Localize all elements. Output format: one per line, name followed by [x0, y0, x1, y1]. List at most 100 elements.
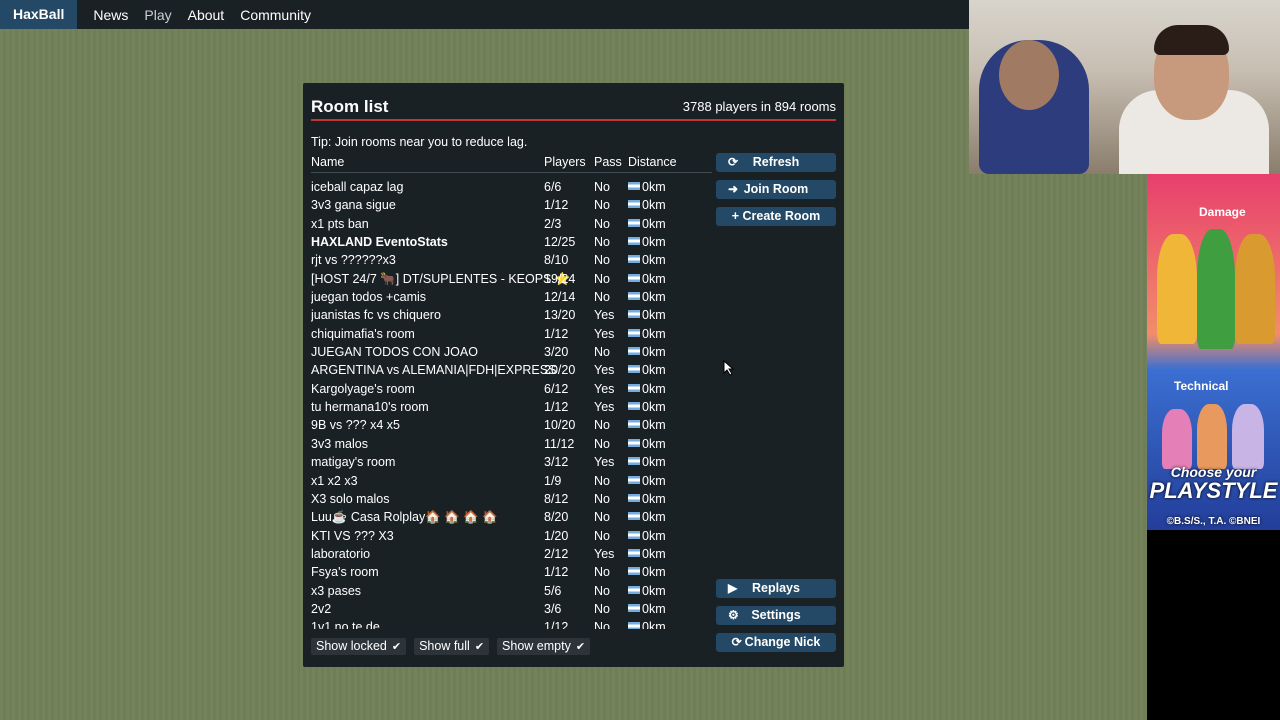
room-distance: 0km [628, 620, 666, 629]
distance-value: 0km [642, 308, 666, 323]
room-row[interactable]: x1 pts ban 2/3 No 0km [311, 215, 712, 233]
room-distance: 0km [628, 529, 666, 543]
room-row[interactable]: juegan todos +camis 12/14 No 0km [311, 288, 712, 306]
show-empty-toggle[interactable]: Show empty ✔ [497, 638, 591, 655]
column-pass[interactable]: Pass [594, 155, 622, 169]
column-players[interactable]: Players [544, 155, 586, 169]
room-row[interactable]: Fsya's room 1/12 No 0km [311, 563, 712, 581]
room-pass: Yes [594, 400, 615, 415]
room-row[interactable]: rjt vs ??????x3 8/10 No 0km [311, 251, 712, 269]
room-row[interactable]: Luu☕ Casa Rolplay🏠 🏠 🏠 🏠 8/20 No 0km [311, 508, 712, 526]
room-row[interactable]: x3 pases 5/6 No 0km [311, 582, 712, 600]
distance-value: 0km [642, 400, 666, 415]
nav-play[interactable]: Play [136, 7, 179, 23]
room-pass: No [594, 620, 610, 629]
argentina-flag-icon [628, 603, 640, 612]
show-locked-toggle[interactable]: Show locked ✔ [311, 638, 407, 655]
argentina-flag-icon [628, 383, 640, 392]
room-distance: 0km [628, 253, 666, 267]
room-row[interactable]: Kargolyage's room 6/12 Yes 0km [311, 380, 712, 398]
room-list-dialog: Room list 3788 players in 894 rooms Tip:… [303, 83, 844, 667]
ad-label-technical: Technical [1174, 379, 1229, 393]
room-row[interactable]: ARGENTINA vs ALEMANIA|FDH|EXPRESS 20/20 Ye… [311, 361, 712, 379]
nav-community[interactable]: Community [232, 7, 319, 23]
room-players: 3/12 [544, 455, 569, 470]
nav-about[interactable]: About [180, 7, 233, 23]
room-players: 1/12 [544, 400, 569, 415]
room-row[interactable]: KTI VS ??? X3 1/20 No 0km [311, 527, 712, 545]
room-name: juanistas fc vs chiquero [311, 308, 441, 323]
room-pass: Yes [594, 363, 615, 378]
room-row[interactable]: iceball capaz lag 6/6 No 0km [311, 178, 712, 196]
room-name: 2v2 [311, 601, 332, 616]
room-row[interactable]: X3 solo malos 8/12 No 0km [311, 490, 712, 508]
argentina-flag-icon [628, 200, 640, 209]
argentina-flag-icon [628, 182, 640, 190]
distance-value: 0km [642, 491, 666, 506]
room-pass: No [594, 253, 610, 268]
room-rows: iceball capaz lag 6/6 No 0km 3v3 gana sigue 1… [311, 178, 712, 629]
room-row[interactable]: JUEGAN TODOS CON JOAO 3/20 No 0km [311, 343, 712, 361]
webcam-overlay [969, 0, 1280, 174]
distance-value: 0km [642, 436, 666, 451]
room-distance: 0km [628, 418, 666, 432]
room-name: laboratorio [311, 546, 371, 561]
column-distance[interactable]: Distance [628, 155, 677, 169]
room-pass: No [594, 528, 610, 543]
room-pass: No [594, 235, 610, 250]
check-icon: ✔ [575, 641, 586, 653]
ad-copyright: ©B.S/S., T.A. ©BNEI [1166, 516, 1261, 527]
room-name: juegan todos +camis [311, 290, 427, 305]
create-room-button[interactable]: + Create Room [716, 207, 836, 226]
distance-value: 0km [642, 546, 666, 561]
room-row[interactable]: matigay's room 3/12 Yes 0km [311, 453, 712, 471]
room-distance: 0km [628, 382, 666, 396]
room-row[interactable]: [HOST 24/7 🐂] DT/SUPLENTES - KEOPS ⭐ 19/2… [311, 270, 712, 288]
room-row[interactable]: 2v2 3/6 No 0km [311, 600, 712, 618]
column-name[interactable]: Name [311, 155, 344, 169]
room-row[interactable]: HAXLAND EventoStats 12/25 No 0km [311, 233, 712, 251]
room-row[interactable]: laboratorio 2/12 Yes 0km [311, 545, 712, 563]
top-navbar: HaxBall News Play About Community [0, 0, 969, 29]
refresh-button[interactable]: ⟳ Refresh [716, 153, 836, 172]
room-name: KTI VS ??? X3 [311, 528, 394, 543]
argentina-flag-icon [628, 585, 640, 594]
change-nick-button[interactable]: ⟳ Change Nick [716, 633, 836, 652]
argentina-flag-icon [628, 255, 640, 264]
room-row[interactable]: tu hermana10's room 1/12 Yes 0km [311, 398, 712, 416]
room-list-header: Name Players Pass Distance [311, 154, 712, 173]
room-pass: Yes [594, 381, 615, 396]
room-row[interactable]: juanistas fc vs chiquero 13/20 Yes 0km [311, 306, 712, 324]
room-pass: Yes [594, 308, 615, 323]
distance-value: 0km [642, 601, 666, 616]
settings-button[interactable]: ⚙ Settings [716, 606, 836, 625]
room-name: iceball capaz lag [311, 180, 404, 194]
show-full-toggle[interactable]: Show full ✔ [414, 638, 490, 655]
room-distance: 0km [628, 327, 666, 341]
room-pass: No [594, 491, 610, 506]
distance-value: 0km [642, 253, 666, 268]
room-players: 3/20 [544, 345, 569, 360]
room-pass: No [594, 345, 610, 360]
nav-news[interactable]: News [85, 7, 136, 23]
room-name: x3 pases [311, 583, 362, 598]
distance-value: 0km [642, 271, 666, 286]
room-distance: 0km [628, 308, 666, 322]
distance-value: 0km [642, 565, 666, 580]
room-row[interactable]: 3v3 gana sigue 1/12 No 0km [311, 196, 712, 214]
room-row[interactable]: 3v3 malos 11/12 No 0km [311, 435, 712, 453]
distance-value: 0km [642, 583, 666, 598]
room-row[interactable]: x1 x2 x3 1/9 No 0km [311, 472, 712, 490]
room-pass: No [594, 418, 610, 433]
room-row[interactable]: chiquimafia's room 1/12 Yes 0km [311, 325, 712, 343]
room-pass: No [594, 473, 610, 488]
brand-logo[interactable]: HaxBall [0, 0, 78, 29]
replays-button[interactable]: ▶ Replays [716, 579, 836, 598]
join-room-button[interactable]: ➜ Join Room [716, 180, 836, 199]
argentina-flag-icon [628, 512, 640, 521]
room-row[interactable]: 1v1 no te de 1/12 No 0km [311, 618, 712, 629]
room-row[interactable]: 9B vs ??? x4 x5 10/20 No 0km [311, 416, 712, 434]
room-list[interactable]: Name Players Pass Distance iceball capaz… [311, 154, 712, 629]
advertisement-banner[interactable]: Damage Technical Choose your PLAYSTYLE ©… [1147, 174, 1280, 530]
ad-playstyle: PLAYSTYLE [1149, 478, 1278, 503]
